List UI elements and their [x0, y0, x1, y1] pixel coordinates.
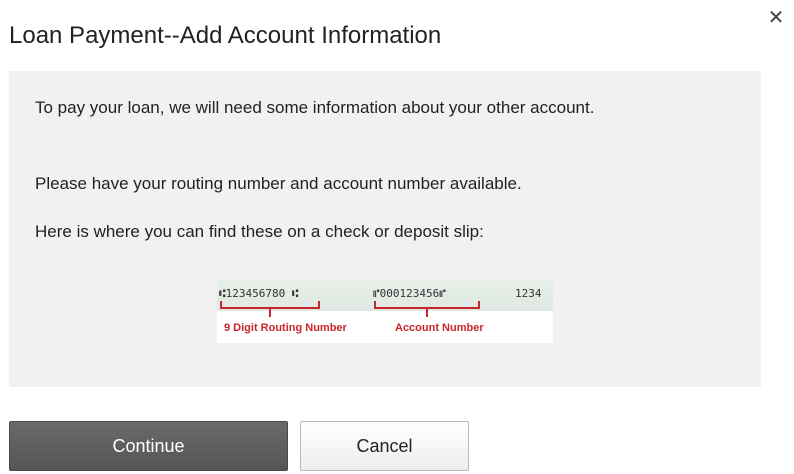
continue-button[interactable]: Continue [9, 421, 288, 471]
close-icon[interactable]: ✕ [766, 8, 786, 28]
info-paragraph-loan: To pay your loan, we will need some info… [35, 98, 595, 117]
add-account-dialog: ✕ Loan Payment--Add Account Information … [0, 0, 794, 474]
dialog-title: Loan Payment--Add Account Information [9, 22, 442, 49]
info-panel: To pay your loan, we will need some info… [9, 71, 761, 387]
check-diagram-image: ⑆123456780 ⑆ ⑈000123456⑈ 1234 9 Digit Ro… [217, 279, 553, 343]
info-paragraph-where: Here is where you can find these on a ch… [35, 222, 484, 241]
routing-bracket [220, 301, 320, 317]
account-bracket [374, 301, 480, 317]
account-number-label: Account Number [395, 322, 484, 334]
cancel-button[interactable]: Cancel [300, 421, 469, 471]
info-paragraph-numbers: Please have your routing number and acco… [35, 174, 522, 193]
routing-number-label: 9 Digit Routing Number [224, 322, 347, 334]
